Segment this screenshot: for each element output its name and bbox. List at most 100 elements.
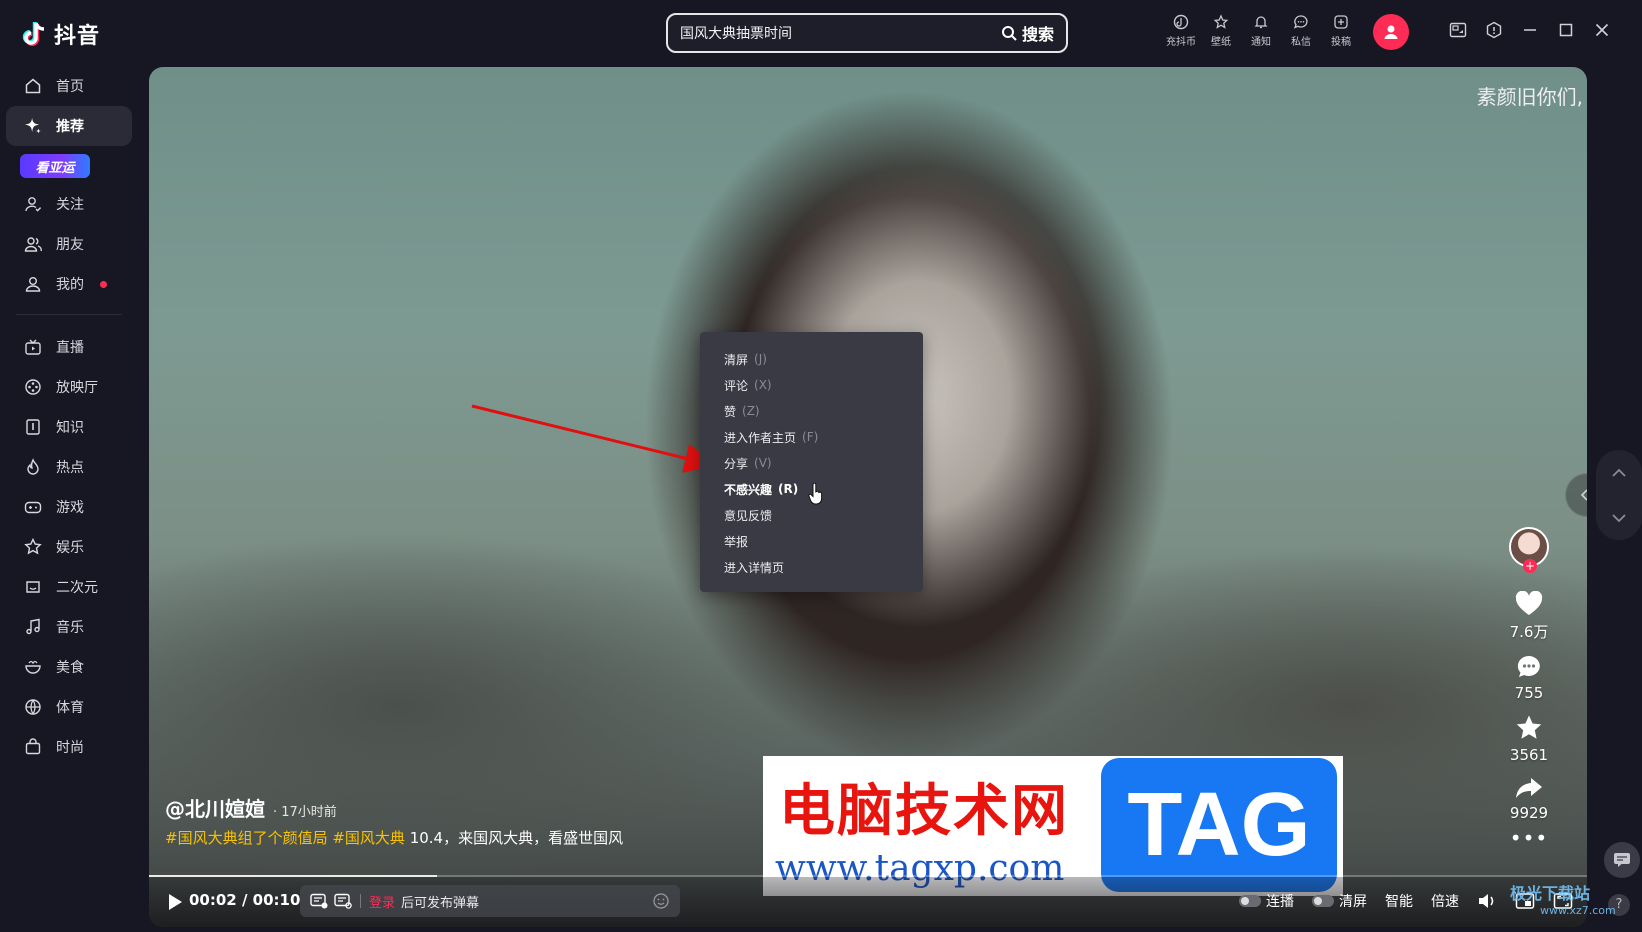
play-icon	[169, 894, 182, 910]
sidebar-item-recommend[interactable]: 推荐	[6, 106, 132, 146]
sidebar-item-cinema[interactable]: 放映厅	[0, 367, 138, 407]
autoplay-toggle[interactable]: 连播	[1239, 891, 1294, 911]
danmu-login-link[interactable]: 登录	[369, 892, 395, 911]
speed-button[interactable]: 倍速	[1431, 891, 1459, 911]
message-button[interactable]: 私信	[1288, 14, 1314, 48]
search-bar[interactable]: 国风大典抽票时间 搜索	[666, 13, 1068, 53]
anime-icon	[24, 578, 42, 596]
chevron-down-icon[interactable]	[1611, 512, 1627, 524]
heart-icon	[1515, 591, 1543, 615]
sidebar: 首页 推荐 看亚运 关注 朋友 我的 直播 放映厅 知识 热点 游戏 娱乐 二次…	[0, 66, 138, 767]
wallpaper-icon	[1213, 14, 1229, 29]
menu-item-author-page[interactable]: 进入作者主页 (F)	[724, 424, 923, 450]
sidebar-item-follow[interactable]: 关注	[0, 184, 138, 224]
sidebar-item-knowledge[interactable]: 知识	[0, 407, 138, 447]
like-button[interactable]: 7.6万	[1509, 591, 1549, 642]
watermark-title: 电脑技术网	[779, 778, 1069, 844]
author-avatar[interactable]: +	[1509, 527, 1549, 573]
sidebar-item-anime[interactable]: 二次元	[0, 567, 138, 607]
expand-comments-button[interactable]	[1565, 473, 1587, 517]
unread-dot	[100, 280, 107, 288]
sidebar-item-fashion[interactable]: 时尚	[0, 727, 138, 767]
sidebar-item-entertainment[interactable]: 娱乐	[0, 527, 138, 567]
favorite-count: 3561	[1509, 746, 1549, 764]
danmu-settings-icon[interactable]	[334, 893, 352, 909]
minimize-button[interactable]	[1520, 20, 1540, 40]
comment-count: 755	[1514, 684, 1544, 702]
playback-time: 00:02 / 00:10	[189, 891, 301, 909]
maximize-button[interactable]	[1556, 20, 1576, 40]
quality-button[interactable]: 智能	[1385, 891, 1413, 911]
hashtag[interactable]: #国风大典	[332, 829, 405, 847]
sidebar-item-home[interactable]: 首页	[0, 66, 138, 106]
search-icon	[1001, 26, 1017, 41]
play-button[interactable]	[167, 893, 183, 915]
menu-item-detail-page[interactable]: 进入详情页	[724, 554, 923, 580]
sidebar-item-food[interactable]: 美食	[0, 647, 138, 687]
emoji-icon[interactable]	[652, 892, 670, 910]
app-logo[interactable]: 抖音	[22, 18, 100, 50]
asian-games-promo[interactable]: 看亚运	[20, 154, 90, 178]
menu-item-comment[interactable]: 评论 (X)	[724, 372, 923, 398]
sidebar-item-games[interactable]: 游戏	[0, 487, 138, 527]
menu-item-clear-screen[interactable]: 清屏 (J)	[724, 346, 923, 372]
sidebar-item-mine[interactable]: 我的	[0, 264, 138, 304]
recharge-button[interactable]: 充抖币	[1166, 14, 1196, 48]
video-player[interactable]: 素颜旧你们, 清屏 (J) 评论 (X) 赞 (Z) 进入作者主页 (F) 分享 (V) …	[149, 67, 1587, 927]
video-nav-rail	[1596, 450, 1642, 540]
video-actions: + 7.6万 755 3561 9929 •••	[1499, 527, 1559, 850]
menu-item-report[interactable]: 举报	[724, 528, 923, 554]
sparkle-icon	[24, 117, 42, 135]
bag-icon	[24, 738, 42, 756]
like-count: 7.6万	[1509, 623, 1549, 641]
share-button[interactable]: 9929	[1510, 776, 1548, 822]
danmu-input[interactable]: 登录 后可发布弹幕	[300, 885, 680, 917]
more-icon[interactable]: •••	[1510, 826, 1548, 850]
sidebar-item-friends[interactable]: 朋友	[0, 224, 138, 264]
upload-icon	[1334, 15, 1348, 29]
hashtag[interactable]: #国风大典组了个颜值局	[165, 829, 328, 847]
search-button[interactable]: 搜索	[1001, 21, 1054, 45]
feedback-button[interactable]	[1604, 842, 1640, 878]
sidebar-item-music[interactable]: 音乐	[0, 607, 138, 647]
volume-icon[interactable]	[1477, 892, 1497, 910]
login-avatar[interactable]	[1373, 14, 1409, 50]
share-icon	[1516, 778, 1542, 798]
toggle-switch	[1239, 895, 1261, 907]
star-icon	[1516, 715, 1542, 739]
upload-button[interactable]: 投稿	[1328, 14, 1354, 48]
chevron-left-icon	[1580, 489, 1587, 501]
film-icon	[24, 378, 42, 396]
chat-icon	[1614, 853, 1630, 867]
author-name[interactable]: @北川媗媗	[165, 793, 265, 822]
message-icon	[1293, 15, 1308, 29]
danmu-hint: 后可发布弹幕	[401, 895, 480, 911]
close-icon	[1595, 23, 1609, 37]
minimize-icon	[1524, 29, 1536, 31]
top-bar: 抖音 国风大典抽票时间 搜索 充抖币 壁纸 通知 私信 投稿	[0, 0, 1642, 64]
sidebar-item-live[interactable]: 直播	[0, 327, 138, 367]
mini-player-button[interactable]	[1448, 20, 1468, 40]
menu-item-feedback[interactable]: 意见反馈	[724, 502, 923, 528]
close-button[interactable]	[1592, 20, 1612, 40]
hexagon-settings-icon	[1486, 21, 1502, 39]
watermark-tag-logo: TAG	[1101, 758, 1337, 892]
context-menu: 清屏 (J) 评论 (X) 赞 (Z) 进入作者主页 (F) 分享 (V) 不感兴趣 (R)…	[700, 332, 923, 592]
douyin-logo-icon	[22, 22, 45, 46]
favorite-button[interactable]: 3561	[1510, 714, 1548, 764]
chevron-up-icon[interactable]	[1611, 467, 1627, 479]
search-button-label: 搜索	[1021, 25, 1054, 44]
ball-icon	[24, 698, 42, 716]
settings-button[interactable]	[1484, 20, 1504, 40]
sidebar-item-sports[interactable]: 体育	[0, 687, 138, 727]
danmu-toggle-icon[interactable]	[310, 893, 328, 909]
comment-button[interactable]: 755	[1514, 654, 1544, 702]
clear-screen-toggle[interactable]: 清屏	[1312, 891, 1367, 911]
menu-item-like[interactable]: 赞 (Z)	[724, 398, 923, 424]
follow-plus-icon[interactable]: +	[1523, 559, 1537, 573]
menu-item-share[interactable]: 分享 (V)	[724, 450, 923, 476]
notification-button[interactable]: 通知	[1248, 14, 1274, 48]
sidebar-item-hot[interactable]: 热点	[0, 447, 138, 487]
wallpaper-button[interactable]: 壁纸	[1208, 14, 1234, 48]
search-input[interactable]: 国风大典抽票时间	[680, 23, 792, 43]
